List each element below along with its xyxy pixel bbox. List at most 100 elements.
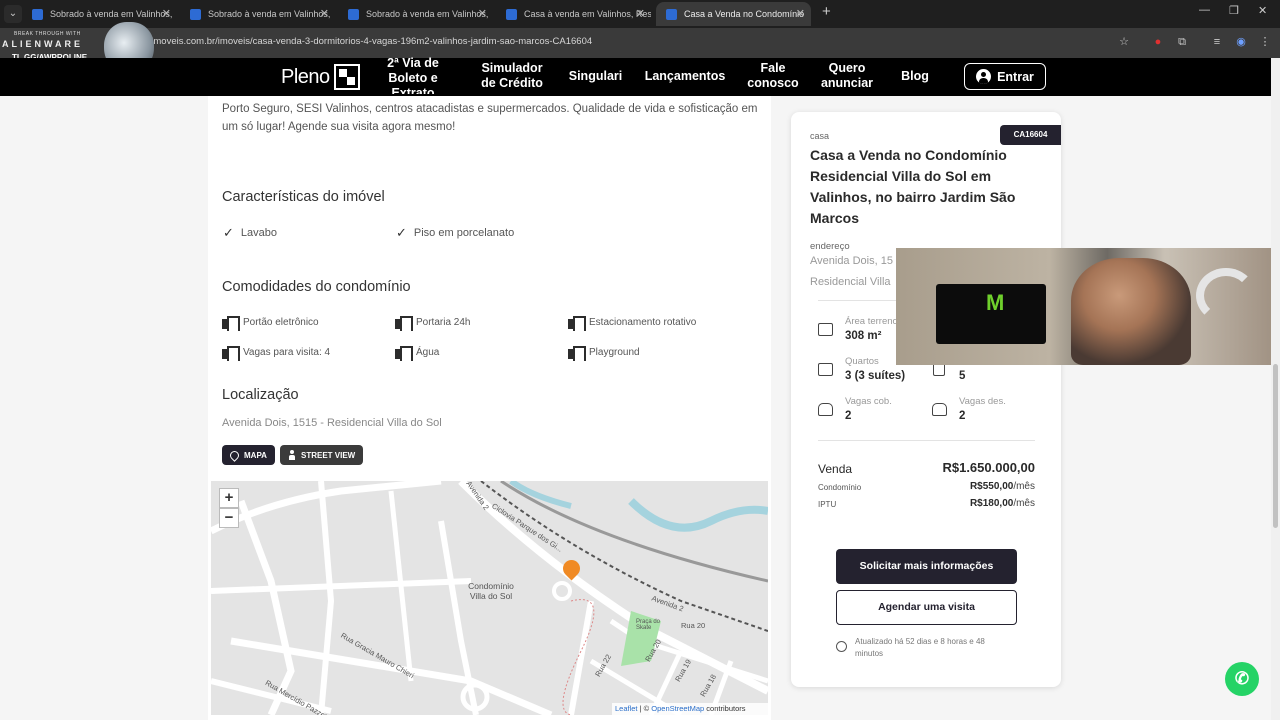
- scrollbar-thumb[interactable]: [1273, 364, 1278, 528]
- card-address: Avenida Dois, 15: [810, 255, 893, 267]
- nav-simulador[interactable]: Simulador de Crédito: [478, 61, 546, 91]
- garage-covered-label: Vagas cob.: [845, 396, 892, 407]
- rooms-value: 3 (3 suítes): [845, 370, 906, 382]
- location-map[interactable]: Condomínio Villa do Sol Avenida 2 Ciclov…: [211, 481, 768, 715]
- feature-item: ✓ Piso em porcelanato: [396, 225, 515, 240]
- property-title: Casa a Venda no Condomínio Residencial V…: [810, 147, 1016, 226]
- property-type: casa: [810, 131, 830, 141]
- location-title: Localização: [222, 387, 299, 403]
- login-button[interactable]: Entrar: [964, 63, 1046, 90]
- condo-fee-value: R$550,00/mês: [969, 481, 1035, 492]
- garage-uncovered-label: Vagas des.: [959, 396, 1006, 407]
- close-tab-icon[interactable]: ✕: [320, 2, 329, 26]
- browser-tab[interactable]: Sobrado à venda em Valinhos, ✕: [22, 2, 177, 26]
- area-icon: [818, 323, 833, 336]
- amenity-item: Água: [395, 346, 439, 361]
- window-close-icon[interactable]: ✕: [1258, 4, 1267, 17]
- property-code-badge: CA16604: [1000, 125, 1061, 145]
- car-icon: [932, 403, 947, 416]
- iptu-label: IPTU: [818, 500, 837, 509]
- map-zoom-in-button[interactable]: +: [219, 488, 239, 508]
- property-description: Porto Seguro, SESI Valinhos, centros ata…: [222, 103, 758, 133]
- media-controls-icon[interactable]: ≡: [1210, 35, 1224, 49]
- area-label: Área terreno: [845, 316, 898, 327]
- site-favicon-icon: [506, 9, 517, 20]
- site-header: Pleno: [0, 58, 1280, 96]
- nav-lancamentos[interactable]: Lançamentos: [643, 69, 727, 84]
- url-field[interactable]: oimoveis.com.br/imoveis/casa-venda-3-dor…: [146, 36, 592, 47]
- webcam-overlay: M: [896, 248, 1280, 365]
- map-pin-icon: [228, 448, 241, 462]
- bookmark-star-icon[interactable]: ☆: [1117, 35, 1131, 49]
- nav-blog[interactable]: Blog: [896, 69, 934, 84]
- clock-icon: [836, 641, 847, 652]
- check-icon: ✓: [396, 225, 407, 240]
- logo-mark-icon: [333, 64, 360, 90]
- map-view-button[interactable]: MAPA: [222, 445, 275, 465]
- sale-price: R$1.650.000,00: [942, 460, 1035, 475]
- amenity-item: Portão eletrônico: [222, 316, 319, 331]
- schedule-visit-button[interactable]: Agendar uma visita: [836, 590, 1017, 625]
- profile-avatar-icon[interactable]: ◉: [1234, 35, 1248, 49]
- building-icon: [222, 316, 240, 331]
- new-tab-icon[interactable]: +: [822, 3, 831, 20]
- location-address: Avenida Dois, 1515 - Residencial Villa d…: [222, 417, 442, 429]
- site-logo[interactable]: Pleno: [281, 63, 360, 91]
- map-label-park: Praça do Skate: [636, 619, 661, 631]
- leaflet-link[interactable]: Leaflet: [615, 704, 638, 713]
- close-tab-icon[interactable]: ✕: [796, 2, 805, 26]
- webcam-person: [1071, 258, 1191, 365]
- feature-item: ✓ Lavabo: [223, 225, 277, 240]
- site-favicon-icon: [32, 9, 43, 20]
- request-info-button[interactable]: Solicitar mais informações: [836, 549, 1017, 584]
- card-neighborhood: Residencial Villa: [810, 276, 891, 288]
- nav-singulari[interactable]: Singulari: [567, 69, 624, 84]
- car-icon: [818, 403, 833, 416]
- street-view-button[interactable]: STREET VIEW: [280, 445, 364, 465]
- openstreetmap-link[interactable]: OpenStreetMap: [651, 704, 704, 713]
- close-tab-icon[interactable]: ✕: [636, 2, 645, 26]
- building-icon: [568, 346, 586, 361]
- nav-quero-anunciar[interactable]: Quero anunciar: [818, 61, 876, 91]
- browser-tab[interactable]: Sobrado à venda em Valinhos, ✕: [338, 2, 493, 26]
- amenity-item: Estacionamento rotativo: [568, 316, 696, 331]
- whatsapp-chat-icon[interactable]: ✆: [1225, 662, 1259, 696]
- map-label-street: Rua 20: [681, 621, 706, 630]
- building-icon: [395, 316, 413, 331]
- area-value: 308 m²: [845, 330, 882, 342]
- browser-menu-icon[interactable]: ⋮: [1258, 35, 1272, 49]
- features-title: Características do imóvel: [222, 189, 385, 205]
- divider: [818, 440, 1035, 441]
- building-icon: [222, 346, 240, 361]
- maximize-icon[interactable]: ❐: [1229, 4, 1239, 17]
- sale-label: Venda: [818, 462, 853, 476]
- alienware-tagline: BREAK THROUGH WITH: [14, 31, 81, 37]
- browser-tab[interactable]: Sobrado à venda em Valinhos, ✕: [180, 2, 335, 26]
- nav-boleto[interactable]: 2ª Via de Boleto e Extrato: [382, 56, 444, 94]
- minimize-icon[interactable]: —: [1199, 4, 1210, 16]
- extension-icon[interactable]: ●: [1151, 35, 1165, 49]
- alienware-brand: ALIENWARE: [2, 39, 83, 49]
- user-icon: [976, 69, 992, 84]
- garage-covered-value: 2: [845, 410, 852, 422]
- browser-tab[interactable]: Casa à venda em Valinhos, Resi ✕: [496, 2, 651, 26]
- close-tab-icon[interactable]: ✕: [162, 2, 171, 26]
- address-label: endereço: [810, 241, 850, 252]
- browser-tab-active[interactable]: Casa a Venda no Condomínio ✕: [656, 2, 811, 26]
- building-icon: [568, 316, 586, 331]
- updated-timestamp: Atualizado há 52 dias e 8 horas e 48 min…: [855, 637, 985, 658]
- baths-value: 5: [959, 370, 966, 382]
- extensions-puzzle-icon[interactable]: ⧉: [1175, 35, 1189, 49]
- map-label-condominio: Condomínio Villa do Sol: [468, 581, 514, 601]
- amenity-item: Vagas para visita: 4: [222, 346, 330, 361]
- site-favicon-icon: [348, 9, 359, 20]
- close-tab-icon[interactable]: ✕: [478, 2, 487, 26]
- tab-search-icon[interactable]: ⌄: [4, 5, 22, 23]
- iptu-value: R$180,00/mês: [969, 498, 1035, 509]
- nav-fale-conosco[interactable]: Fale conosco: [745, 61, 801, 91]
- site-favicon-icon: [190, 9, 201, 20]
- map-zoom-out-button[interactable]: −: [219, 508, 239, 528]
- headset-icon: [1196, 268, 1256, 323]
- browser-tab-bar: ⌄ Sobrado à venda em Valinhos, ✕ Sobrado …: [0, 0, 1280, 28]
- monster-logo-icon: M: [986, 290, 1005, 315]
